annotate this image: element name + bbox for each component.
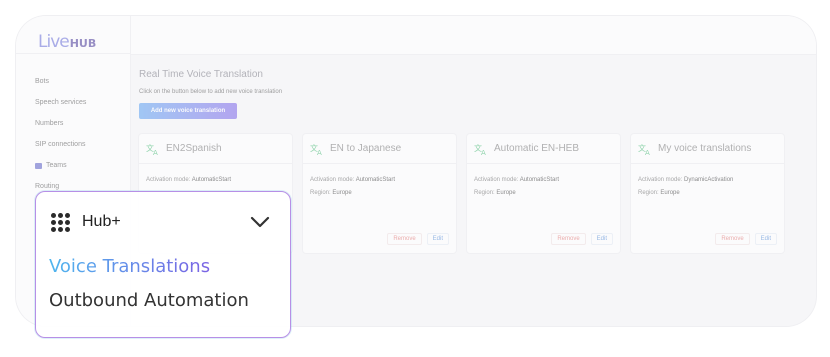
region-value: Europe bbox=[496, 190, 516, 196]
top-bar bbox=[131, 16, 816, 55]
sidebar-item-teams[interactable]: Teams bbox=[35, 155, 125, 176]
dropdown-header[interactable]: Hub+ bbox=[51, 211, 270, 233]
dropdown-title: Hub+ bbox=[82, 213, 121, 230]
activation-mode: Activation mode: AutomaticStart bbox=[310, 177, 395, 183]
sidebar-item-label: Bots bbox=[35, 78, 50, 85]
add-voice-translation-button[interactable]: Add new voice translation bbox=[139, 103, 237, 119]
card-actions: Remove Edit bbox=[551, 233, 613, 245]
logo-live-text: Live bbox=[38, 32, 70, 52]
apps-grid-icon bbox=[51, 212, 70, 232]
page-subtitle: Click on the button below to add new voi… bbox=[139, 89, 283, 95]
menu-item-voice-translations[interactable]: Voice Translations bbox=[49, 256, 210, 277]
livehub-logo[interactable]: Live HUB bbox=[38, 32, 96, 52]
sidebar-item-bots[interactable]: Bots bbox=[35, 71, 125, 92]
sidebar-nav: Bots Speech services Numbers SIP connect… bbox=[35, 71, 125, 197]
sidebar-item-label: Teams bbox=[46, 162, 67, 169]
card-header: 文 A EN to Japanese bbox=[303, 134, 456, 164]
card-actions: Remove Edit bbox=[387, 233, 449, 245]
menu-item-outbound-automation[interactable]: Outbound Automation bbox=[49, 290, 249, 311]
remove-button[interactable]: Remove bbox=[551, 233, 586, 245]
edit-button[interactable]: Edit bbox=[754, 233, 777, 245]
region: Region: Europe bbox=[638, 190, 680, 196]
translate-icon: 文 A bbox=[146, 143, 158, 155]
card-header: 文 A My voice translations bbox=[631, 134, 784, 164]
activation-mode: Activation mode: DynamicActivation bbox=[638, 177, 733, 183]
edit-button[interactable]: Edit bbox=[426, 233, 449, 245]
region-label: Region: bbox=[310, 190, 331, 196]
sidebar-item-label: SIP connections bbox=[35, 141, 86, 148]
activation-mode-value: AutomaticStart bbox=[519, 177, 560, 183]
activation-mode-value: AutomaticStart bbox=[191, 177, 232, 183]
logo-hub-text: HUB bbox=[69, 37, 97, 50]
svg-text:A: A bbox=[645, 149, 650, 155]
region: Region: Europe bbox=[474, 190, 516, 196]
sidebar-item-label: Speech services bbox=[35, 99, 87, 106]
main-content: Real Time Voice Translation Click on the… bbox=[139, 66, 816, 253]
card-header: 文 A Automatic EN-HEB bbox=[467, 134, 620, 164]
activation-mode-label: Activation mode: bbox=[638, 177, 683, 183]
region-label: Region: bbox=[474, 190, 495, 196]
region-value: Europe bbox=[660, 190, 680, 196]
activation-mode-label: Activation mode: bbox=[146, 177, 191, 183]
activation-mode-label: Activation mode: bbox=[310, 177, 355, 183]
chevron-down-icon[interactable] bbox=[250, 216, 270, 228]
sidebar-item-numbers[interactable]: Numbers bbox=[35, 113, 125, 134]
translate-icon: 文 A bbox=[310, 143, 322, 155]
activation-mode-value: AutomaticStart bbox=[355, 177, 396, 183]
svg-text:A: A bbox=[153, 149, 158, 155]
translate-icon: 文 A bbox=[474, 143, 486, 155]
activation-mode-value: DynamicActivation bbox=[684, 177, 734, 183]
sidebar-item-sip-connections[interactable]: SIP connections bbox=[35, 134, 125, 155]
region-label: Region: bbox=[638, 190, 659, 196]
hub-plus-dropdown[interactable]: Hub+ Voice Translations Outbound Automat… bbox=[35, 191, 291, 338]
svg-text:A: A bbox=[317, 149, 322, 155]
translation-card[interactable]: 文 A My voice translations Activation mod… bbox=[631, 134, 784, 253]
activation-mode: Activation mode: AutomaticStart bbox=[146, 177, 231, 183]
translation-card[interactable]: 文 A EN to Japanese Activation mode: Auto… bbox=[303, 134, 456, 253]
divider bbox=[16, 53, 130, 54]
teams-icon bbox=[35, 162, 42, 169]
remove-button[interactable]: Remove bbox=[715, 233, 750, 245]
card-title: Automatic EN-HEB bbox=[494, 143, 580, 154]
region: Region: Europe bbox=[310, 190, 352, 196]
card-actions: Remove Edit bbox=[715, 233, 777, 245]
translate-icon: 文 A bbox=[638, 143, 650, 155]
activation-mode: Activation mode: AutomaticStart bbox=[474, 177, 559, 183]
sidebar-item-label: Numbers bbox=[35, 120, 64, 127]
svg-text:A: A bbox=[481, 149, 486, 155]
edit-button[interactable]: Edit bbox=[590, 233, 613, 245]
card-title: EN2Spanish bbox=[166, 143, 222, 154]
sidebar-item-speech-services[interactable]: Speech services bbox=[35, 92, 125, 113]
card-title: EN to Japanese bbox=[330, 143, 402, 154]
page-title: Real Time Voice Translation bbox=[139, 69, 263, 80]
activation-mode-label: Activation mode: bbox=[474, 177, 519, 183]
card-title: My voice translations bbox=[658, 143, 752, 154]
translation-card[interactable]: 文 A Automatic EN-HEB Activation mode: Au… bbox=[467, 134, 620, 253]
region-value: Europe bbox=[332, 190, 352, 196]
remove-button[interactable]: Remove bbox=[387, 233, 422, 245]
card-header: 文 A EN2Spanish bbox=[139, 134, 292, 164]
